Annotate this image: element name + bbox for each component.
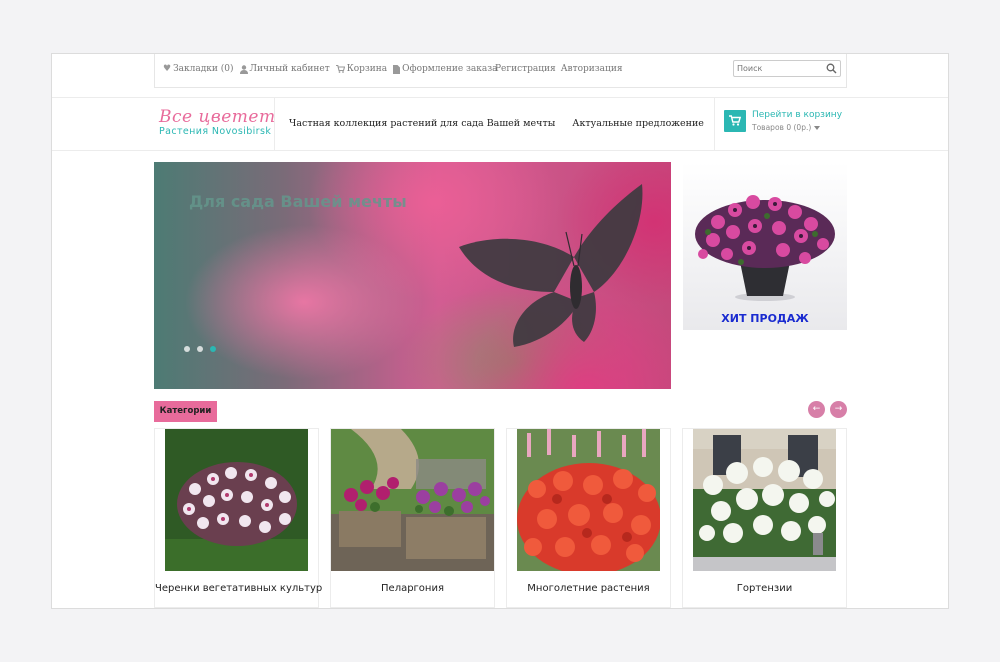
slider-dot[interactable] <box>197 346 203 352</box>
bookmarks-label: Закладки (0) <box>173 64 234 74</box>
logo-subtitle: Растения Novosibirsk <box>159 126 272 137</box>
category-card[interactable]: Черенки вегетативных культур <box>154 428 322 608</box>
top-bar: ♥ Закладки (0) Личный кабинет Корзина Оф… <box>52 54 948 98</box>
slider-dot-active[interactable] <box>210 346 216 352</box>
chevron-down-icon <box>814 126 821 130</box>
category-name[interactable]: Черенки вегетативных культур <box>155 583 322 594</box>
cart-icon <box>335 65 345 73</box>
slider-title: Для сада Вашей мечты <box>189 192 407 211</box>
main-nav: Частная коллекция растений для сада Ваше… <box>289 118 721 129</box>
cart-summary[interactable]: Товаров 0 (0р.) <box>752 123 821 132</box>
promo-label[interactable]: ХИТ ПРОДАЖ <box>683 312 847 325</box>
category-card[interactable]: Пеларгония <box>330 428 495 608</box>
hero-slider[interactable]: Для сада Вашей мечты <box>154 162 671 389</box>
page-frame: ♥ Закладки (0) Личный кабинет Корзина Оф… <box>51 53 949 609</box>
account-links: ♥ Закладки (0) Личный кабинет Корзина Оф… <box>163 64 504 74</box>
slider-dot[interactable] <box>184 346 190 352</box>
divider <box>714 98 715 150</box>
slider-dots <box>184 346 223 352</box>
document-icon <box>393 64 401 74</box>
nav-item-offers[interactable]: Актуальные предложение <box>572 118 704 129</box>
search-box <box>733 60 841 77</box>
category-image <box>165 429 308 571</box>
top-bar-inner: ♥ Закладки (0) Личный кабинет Корзина Оф… <box>154 54 847 88</box>
site-header: Все цветет Растения Novosibirsk Частная … <box>52 98 948 151</box>
next-arrow-button[interactable]: → <box>830 401 847 418</box>
search-input[interactable] <box>737 62 825 75</box>
cart-count-label: Товаров 0 (0р.) <box>752 123 812 132</box>
register-link[interactable]: Регистрация <box>495 64 556 74</box>
category-card[interactable]: Многолетние растения <box>506 428 671 608</box>
category-card[interactable]: Гортензии <box>682 428 847 608</box>
heart-icon: ♥ <box>163 64 172 74</box>
checkout-label: Оформление заказа <box>402 64 498 74</box>
cart-top-label: Корзина <box>346 64 388 74</box>
category-name[interactable]: Многолетние растения <box>507 583 670 594</box>
category-name[interactable]: Пеларгония <box>331 583 494 594</box>
arrow-left-icon: ← <box>812 404 821 414</box>
divider <box>274 98 275 150</box>
bookmarks-link[interactable]: ♥ Закладки (0) <box>163 64 234 74</box>
auth-links: Регистрация Авторизация <box>495 64 628 74</box>
arrow-right-icon: → <box>834 404 843 414</box>
cart-icon <box>729 115 741 126</box>
account-label: Личный кабинет <box>249 64 330 74</box>
go-to-cart-link[interactable]: Перейти в корзину <box>752 110 842 120</box>
promo-banner[interactable] <box>683 162 847 330</box>
account-link[interactable]: Личный кабинет <box>239 64 330 74</box>
category-image <box>693 429 836 571</box>
categories-tag: Категории <box>154 401 217 422</box>
cart-top-link[interactable]: Корзина <box>335 64 388 74</box>
category-image <box>517 429 660 571</box>
petunia-pot-image <box>695 195 835 301</box>
category-image <box>331 429 494 571</box>
prev-arrow-button[interactable]: ← <box>808 401 825 418</box>
cart-button[interactable] <box>724 110 746 132</box>
logo[interactable]: Все цветет Растения Novosibirsk <box>159 108 276 137</box>
nav-item-collection[interactable]: Частная коллекция растений для сада Ваше… <box>289 118 555 129</box>
user-icon <box>239 64 248 74</box>
search-icon[interactable] <box>826 63 837 74</box>
login-link[interactable]: Авторизация <box>561 64 623 74</box>
category-name[interactable]: Гортензии <box>683 583 846 594</box>
checkout-link[interactable]: Оформление заказа <box>393 64 498 74</box>
logo-title: Все цветет <box>159 107 276 127</box>
